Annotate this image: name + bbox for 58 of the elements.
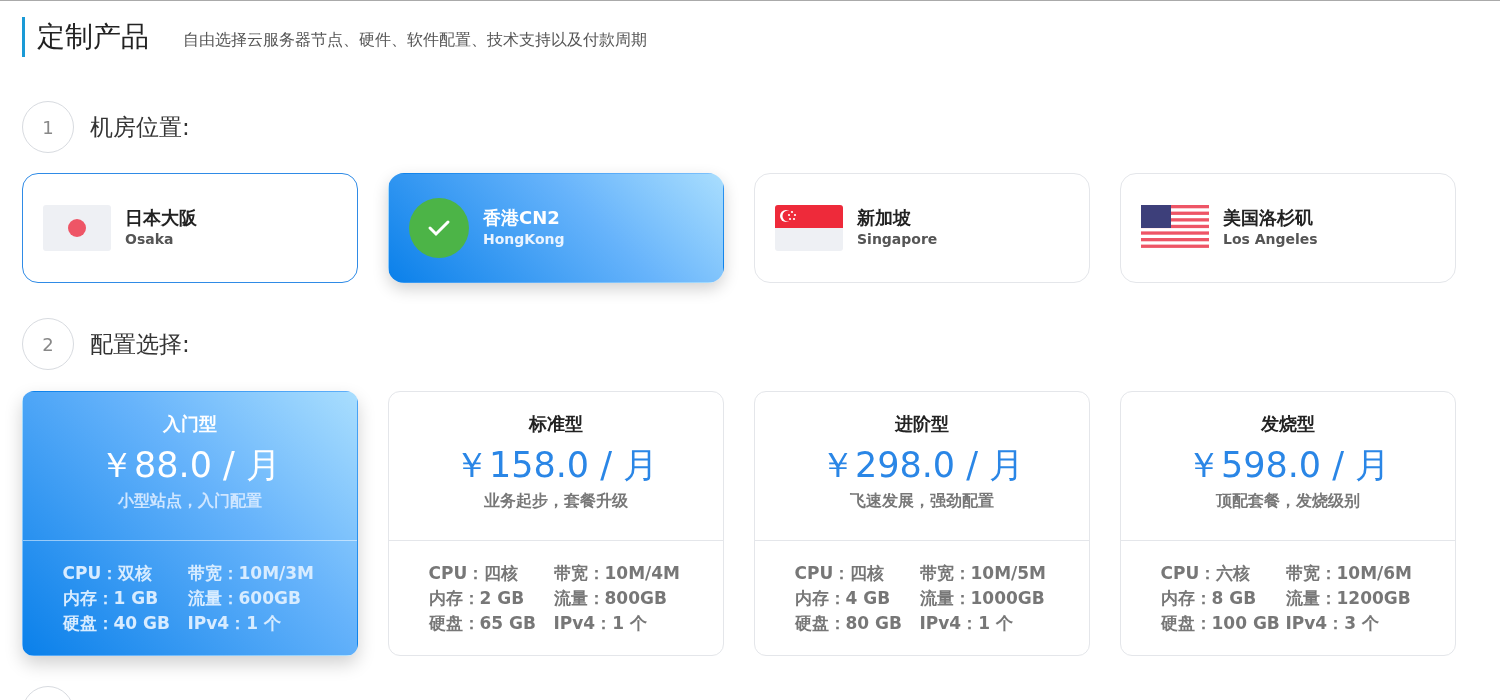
plan-card[interactable]: 标准型 ￥158.0 / 月 业务起步，套餐升级 CPU：四核 带宽：10M/4M 内存：2 GB 流量：800GB 硬盘：65 GB IPv4：1 个	[388, 391, 724, 656]
plan-spec: 硬盘：100 GB	[1160, 612, 1281, 635]
plan-spec: 内存：1 GB	[62, 587, 160, 610]
plan-spec: 带宽：10M/5M	[919, 562, 1048, 585]
location-card[interactable]: 日本大阪 Osaka	[22, 173, 358, 283]
plan-spec: 带宽：10M/4M	[553, 562, 682, 585]
location-subtitle: Singapore	[857, 230, 938, 250]
plan-name: 入门型	[163, 412, 217, 436]
plan-spec: 硬盘：65 GB	[428, 612, 537, 635]
check-icon	[409, 198, 469, 258]
step-heading: 机房位置:	[90, 112, 190, 142]
plan-price: ￥158.0 / 月	[453, 444, 659, 487]
plan-card[interactable]: 发烧型 ￥598.0 / 月 顶配套餐，发烧级别 CPU：六核 带宽：10M/6M 内存：8 GB 流量：1200GB 硬盘：100 GB IPv4：3 个	[1120, 391, 1456, 656]
plan-spec: CPU：双核	[62, 562, 154, 585]
plan-price: ￥598.0 / 月	[1185, 444, 1391, 487]
plan-spec: 流量：1200GB	[1285, 587, 1412, 610]
plan-spec: 流量：800GB	[553, 587, 668, 610]
location-subtitle: Osaka	[125, 230, 175, 250]
location-card[interactable]: 美国洛杉矶 Los Angeles	[1120, 173, 1456, 283]
plan-spec: 硬盘：80 GB	[794, 612, 903, 635]
location-name: 香港CN2	[483, 205, 561, 230]
plan-spec: 内存：8 GB	[1160, 587, 1258, 610]
flag-icon	[775, 205, 843, 251]
plan-tagline: 顶配套餐，发烧级别	[1216, 489, 1360, 512]
location-subtitle: Los Angeles	[1223, 230, 1318, 250]
plan-spec: IPv4：1 个	[553, 612, 648, 635]
plan-name: 标准型	[529, 412, 583, 436]
plan-name: 进阶型	[895, 412, 949, 436]
plan-spec: 带宽：10M/3M	[187, 562, 316, 585]
plan-spec: IPv4：1 个	[187, 612, 282, 635]
location-card[interactable]: 新加坡 Singapore	[754, 173, 1090, 283]
plan-spec: 内存：2 GB	[428, 587, 526, 610]
plan-tagline: 业务起步，套餐升级	[484, 489, 628, 512]
plan-spec: 流量：600GB	[187, 587, 302, 610]
plan-spec: IPv4：3 个	[1285, 612, 1380, 635]
plan-spec: CPU：六核	[1160, 562, 1252, 585]
location-name: 新加坡	[857, 205, 912, 230]
plan-tagline: 小型站点，入门配置	[118, 489, 262, 512]
flag-icon	[1141, 205, 1209, 251]
location-name: 日本大阪	[125, 205, 197, 230]
plan-spec: 内存：4 GB	[794, 587, 892, 610]
plan-spec: 硬盘：40 GB	[62, 612, 171, 635]
plan-spec: CPU：四核	[794, 562, 886, 585]
page-subtitle: 自由选择云服务器节点、硬件、软件配置、技术支持以及付款周期	[183, 29, 647, 51]
plan-tagline: 飞速发展，强劲配置	[850, 489, 994, 512]
location-subtitle: HongKong	[483, 230, 565, 250]
plan-spec: CPU：四核	[428, 562, 520, 585]
plan-price: ￥88.0 / 月	[99, 444, 281, 487]
plan-card[interactable]: 进阶型 ￥298.0 / 月 飞速发展，强劲配置 CPU：四核 带宽：10M/5M 内存：4 GB 流量：1000GB 硬盘：80 GB IPv4：1 个	[754, 391, 1090, 656]
location-name: 美国洛杉矶	[1223, 205, 1314, 230]
plan-name: 发烧型	[1261, 412, 1315, 436]
plan-spec: IPv4：1 个	[919, 612, 1014, 635]
plan-spec: 流量：1000GB	[919, 587, 1046, 610]
plan-price: ￥298.0 / 月	[819, 444, 1025, 487]
flag-icon	[43, 205, 111, 251]
page-title: 定制产品	[22, 17, 149, 57]
step-heading: 配置选择:	[90, 329, 190, 359]
plan-spec: 带宽：10M/6M	[1285, 562, 1414, 585]
